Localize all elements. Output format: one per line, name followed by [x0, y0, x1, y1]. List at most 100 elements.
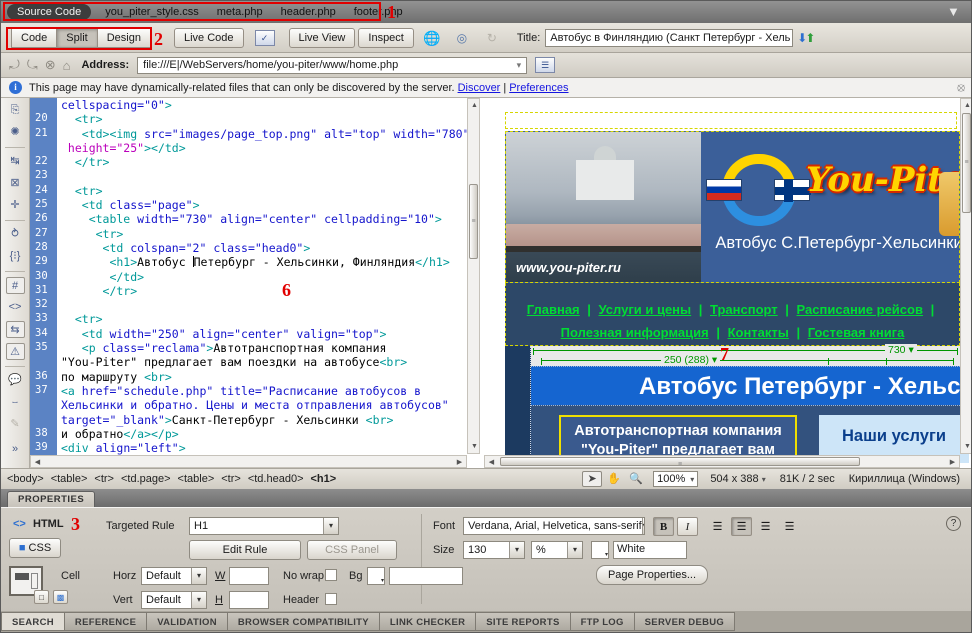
tag-selector-item[interactable]: <table>	[51, 473, 88, 485]
code-navigator-icon[interactable]: ✺	[6, 124, 25, 141]
page-properties-button[interactable]: Page Properties...	[596, 565, 708, 585]
code-line[interactable]: 20 <tr>	[30, 112, 467, 126]
results-tab-browser-compatibility[interactable]: BROWSER COMPATIBILITY	[228, 612, 380, 631]
code-line[interactable]: 38и обратно</a></p>	[30, 427, 467, 441]
font-select[interactable]: Verdana, Arial, Helvetica, sans-serif▾	[463, 517, 645, 535]
merge-cells-icon[interactable]: □	[34, 590, 49, 604]
code-line[interactable]: 25 <td class="page">	[30, 198, 467, 212]
bg-color-field[interactable]	[389, 567, 463, 585]
code-line[interactable]: 31 </tr>	[30, 284, 467, 298]
html-mode-button[interactable]: HTML	[33, 518, 64, 530]
code-line[interactable]: 35 <p class="reclama">Автотранспортная к…	[30, 341, 467, 355]
properties-tab[interactable]: PROPERTIES	[7, 491, 95, 507]
code-line[interactable]: 28 <td colspan="2" class="head0">	[30, 241, 467, 255]
apply-comment-icon[interactable]: 💬	[6, 372, 25, 389]
help-icon[interactable]: ?	[946, 516, 961, 531]
balance-braces-icon[interactable]: {⁝}	[6, 248, 25, 265]
align-right-icon[interactable]: ☰	[755, 517, 776, 536]
italic-button[interactable]: I	[677, 517, 698, 536]
split-view-button[interactable]: Split	[56, 28, 97, 48]
results-tab-link-checker[interactable]: LINK CHECKER	[380, 612, 476, 631]
code-line[interactable]: 21 <td><img src="images/page_top.png" al…	[30, 127, 467, 141]
results-tab-validation[interactable]: VALIDATION	[147, 612, 228, 631]
remove-comment-icon[interactable]: ⧿	[6, 394, 25, 411]
css-panel-button[interactable]: CSS Panel	[307, 540, 397, 560]
align-left-icon[interactable]: ☰	[707, 517, 728, 536]
design-nav-link[interactable]: Главная	[527, 302, 580, 317]
toolbar-overflow-icon[interactable]: »	[6, 441, 25, 458]
design-nav-link[interactable]: Контакты	[728, 325, 789, 340]
discover-link[interactable]: Discover	[458, 82, 501, 94]
design-nav-link[interactable]: Полезная информация	[561, 325, 709, 340]
results-tab-site-reports[interactable]: SITE REPORTS	[476, 612, 570, 631]
tag-selector-item[interactable]: <td.page>	[121, 473, 171, 485]
word-wrap-icon[interactable]: ⇆	[6, 321, 25, 338]
stop-icon[interactable]: ⊗	[45, 57, 56, 73]
home-icon[interactable]: ⌂	[63, 58, 71, 73]
text-color-swatch[interactable]: ▾	[591, 541, 609, 559]
results-tab-ftp-log[interactable]: FTP LOG	[571, 612, 635, 631]
design-view[interactable]: You-Piter Автобус С.Петербург-Хельсинки …	[484, 98, 972, 468]
open-documents-icon[interactable]: ⎘	[6, 102, 25, 119]
results-tab-reference[interactable]: REFERENCE	[65, 612, 147, 631]
width-field[interactable]	[229, 567, 269, 585]
collapse-selection-icon[interactable]: ⊠	[6, 175, 25, 192]
source-code-button[interactable]: Source Code	[7, 4, 91, 20]
filter-related-files-icon[interactable]: ▼︎	[947, 4, 963, 20]
size-unit-select[interactable]: %▾	[531, 541, 583, 559]
code-line[interactable]: cellspacing="0">	[30, 98, 467, 112]
design-vertical-scrollbar[interactable]: ▲ ≡ ▼	[960, 98, 972, 454]
title-input[interactable]: Автобус в Финляндию (Санкт Петербург - Х…	[545, 29, 793, 47]
vert-select[interactable]: Default▾	[141, 591, 207, 609]
design-nav-link[interactable]: Услуги и цены	[599, 302, 692, 317]
expand-all-icon[interactable]: ✛	[6, 197, 25, 214]
tag-selector-item[interactable]: <h1>	[311, 473, 337, 485]
tag-selector-item[interactable]: <td.head0>	[248, 473, 304, 485]
split-cell-icon[interactable]: ▩	[53, 590, 68, 604]
design-banner[interactable]: You-Piter Автобус С.Петербург-Хельсинки …	[505, 131, 960, 283]
code-line[interactable]: 30 </td>	[30, 270, 467, 284]
code-line[interactable]: 32	[30, 298, 467, 312]
bold-button[interactable]: B	[653, 517, 674, 536]
code-line[interactable]: 26 <table width="730" align="center" cel…	[30, 212, 467, 226]
size-select[interactable]: 130▾	[463, 541, 525, 559]
address-input[interactable]: file:///E|/WebServers/home/you-piter/www…	[137, 57, 527, 74]
code-line[interactable]: 37<a href="schedule.php" title="Расписан…	[30, 384, 467, 398]
line-numbers-icon[interactable]: #	[6, 277, 25, 294]
collapse-full-tag-icon[interactable]: ↹	[6, 153, 25, 170]
browser-list-icon[interactable]: ☰	[535, 57, 555, 73]
code-line[interactable]: Хельсинки и обратно. Цены и места отправ…	[30, 398, 467, 412]
no-wrap-checkbox[interactable]	[325, 569, 337, 581]
code-editor[interactable]: cellspacing="0">20 <tr>21 <td><img src="…	[30, 98, 467, 468]
code-line[interactable]: 39<div align="left">	[30, 441, 467, 455]
header-checkbox[interactable]	[325, 593, 337, 605]
results-tab-search[interactable]: SEARCH	[1, 612, 65, 631]
window-size-select[interactable]: 504 x 388 ▾	[710, 473, 765, 485]
forward-icon[interactable]: ⤿	[27, 57, 38, 73]
code-line[interactable]: target="_blank">Санкт-Петербург - Хельси…	[30, 413, 467, 427]
select-parent-tag-icon[interactable]: ⥁	[6, 226, 25, 243]
back-icon[interactable]: ⤾	[9, 57, 20, 73]
code-line[interactable]: 23	[30, 169, 467, 183]
code-view-button[interactable]: Code	[11, 28, 57, 48]
code-line[interactable]: height="25"></td>	[30, 141, 467, 155]
related-file-tab[interactable]: you_piter_style.css	[105, 6, 199, 18]
select-tool-icon[interactable]: ➤	[582, 471, 602, 487]
related-file-tab[interactable]: header.php	[281, 6, 336, 18]
bg-color-swatch[interactable]: ▾	[367, 567, 385, 585]
height-field[interactable]	[229, 591, 269, 609]
results-tab-server-debug[interactable]: SERVER DEBUG	[635, 612, 735, 631]
tag-selector-item[interactable]: <body>	[7, 473, 44, 485]
design-view-button[interactable]: Design	[97, 28, 151, 48]
css-mode-button[interactable]: ■ CSS	[9, 538, 61, 558]
design-page-heading[interactable]: Автобус Петербург - Хельсин	[531, 366, 960, 405]
design-nav-link[interactable]: Транспорт	[710, 302, 778, 317]
file-management-icon[interactable]: ⬇⬆	[797, 31, 813, 45]
live-code-button[interactable]: Live Code	[174, 28, 244, 48]
preview-in-browser-icon[interactable]: 🌐	[421, 29, 443, 47]
design-nav-link[interactable]: Гостевая книга	[808, 325, 905, 340]
code-line[interactable]: 22 </tr>	[30, 155, 467, 169]
table-width-menu[interactable]: 730 ▾	[885, 344, 917, 356]
inspect-button[interactable]: Inspect	[358, 28, 413, 48]
tag-selector-item[interactable]: <table>	[178, 473, 215, 485]
